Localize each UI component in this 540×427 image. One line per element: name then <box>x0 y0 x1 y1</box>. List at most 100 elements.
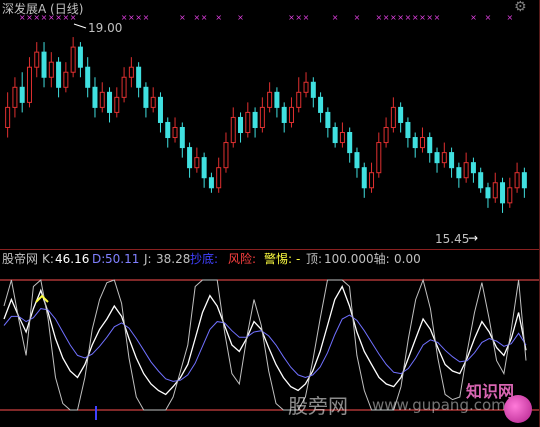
j-value: 38.28 <box>156 252 191 266</box>
candle-body <box>19 86 25 103</box>
signal-marker: × <box>135 13 142 22</box>
watermark-logo-text: 知识网 <box>466 382 515 401</box>
candle-body <box>325 111 331 128</box>
candlestick-chart: × × × × × × × × × × × × × × × × × × × × × × × × × × × × × × × × × × <box>5 13 527 213</box>
high-price-label: 19.00 <box>88 21 123 35</box>
candle-body <box>347 132 353 154</box>
signal-marker: × <box>143 13 150 22</box>
signal-marker: × <box>215 13 222 22</box>
candle-body <box>150 96 156 108</box>
candle-body <box>383 126 389 144</box>
candle-body <box>318 96 324 113</box>
candle-body <box>223 142 229 169</box>
candle-body <box>238 116 244 134</box>
candle-body <box>274 91 280 108</box>
candle-body <box>216 167 222 189</box>
signal-marker: × <box>397 13 404 22</box>
candle-body <box>114 96 120 113</box>
candle-body <box>267 91 273 108</box>
candle-body <box>26 66 32 103</box>
candle-body <box>245 111 251 134</box>
candle-body <box>434 152 440 164</box>
top-label: 顶: <box>306 252 323 266</box>
signal-marker: × <box>485 13 492 22</box>
signal-marker: × <box>419 13 426 22</box>
signal-marker: × <box>194 13 201 22</box>
candle-body <box>5 106 11 128</box>
candle-body <box>34 51 40 68</box>
candle-body <box>492 182 498 199</box>
d-label: D: <box>92 252 106 266</box>
candle-body <box>339 132 345 144</box>
candle-body <box>296 91 302 108</box>
candle-body <box>128 66 134 78</box>
candle-body <box>41 51 47 78</box>
candle-body <box>107 91 113 113</box>
candle-body <box>92 86 98 108</box>
watermark-left: 股旁网 <box>288 394 348 418</box>
indicator-panel: 股帝网 K: 46.16 D: 50.11 J: 38.28 抄底: 风险: 警… <box>0 250 540 427</box>
candle-body <box>500 182 506 204</box>
risk-label: 风险: <box>228 252 257 266</box>
high-pointer-line <box>73 23 87 29</box>
candle-body <box>194 157 200 169</box>
candle-body <box>412 137 418 149</box>
signal-marker: × <box>426 13 433 22</box>
candle-body <box>143 86 149 108</box>
candle-body <box>252 111 258 128</box>
candle-body <box>427 137 433 154</box>
chart-title: 深发展A (日线) <box>2 2 84 16</box>
k-value: 46.16 <box>55 252 90 266</box>
series-line-j <box>3 278 527 411</box>
signal-marker: × <box>128 13 135 22</box>
alert-value: - <box>296 252 301 266</box>
candle-body <box>136 66 142 88</box>
candle-body <box>485 187 491 199</box>
candle-body <box>12 86 18 108</box>
candle-body <box>303 81 309 93</box>
candle-body <box>187 147 193 169</box>
candle-body <box>208 177 214 189</box>
candle-body <box>230 116 236 144</box>
signal-marker: × <box>412 13 419 22</box>
candle-body <box>441 152 447 164</box>
signal-marker: × <box>405 13 412 22</box>
zero-value: 0.00 <box>394 252 421 266</box>
candle-body <box>514 172 520 189</box>
price-panel: × × × × × × × × × × × × × × × × × × × × × × × × × × × × × × × × × × 深发展A … <box>0 0 540 250</box>
candle-body <box>470 162 476 174</box>
signal-marker: × <box>434 13 441 22</box>
candle-body <box>456 167 462 179</box>
signal-marker: × <box>295 13 302 22</box>
j-label: J: <box>144 252 152 266</box>
indicator-name[interactable]: 股帝网 <box>2 252 38 266</box>
candle-body <box>369 172 375 189</box>
low-price-label: 15.45 <box>435 232 470 246</box>
top-value: 100.00 <box>324 252 366 266</box>
signal-marker: × <box>375 13 382 22</box>
signal-marker: × <box>390 13 397 22</box>
candle-body <box>179 126 185 149</box>
candle-body <box>99 91 105 108</box>
candle-body <box>121 76 127 98</box>
k-label: K: <box>42 252 54 266</box>
signal-marker: × <box>332 13 339 22</box>
signal-marker: × <box>179 13 186 22</box>
candle-body <box>354 152 360 169</box>
candle-body <box>419 137 425 149</box>
candle-body <box>63 71 69 88</box>
gear-icon[interactable]: ⚙ <box>514 0 527 14</box>
signal-marker: × <box>354 13 361 22</box>
candle-body <box>56 61 62 88</box>
candle-body <box>70 46 76 73</box>
candle-body <box>85 66 91 88</box>
signal-marker: × <box>506 13 513 22</box>
arrow-icon: → <box>468 231 479 245</box>
signal-marker: × <box>303 13 310 22</box>
candle-body <box>332 126 338 144</box>
candle-body <box>157 96 163 123</box>
signal-marker: × <box>201 13 208 22</box>
buy-label: 抄底: <box>190 252 219 266</box>
candle-body <box>449 152 455 169</box>
candle-body <box>507 187 513 204</box>
